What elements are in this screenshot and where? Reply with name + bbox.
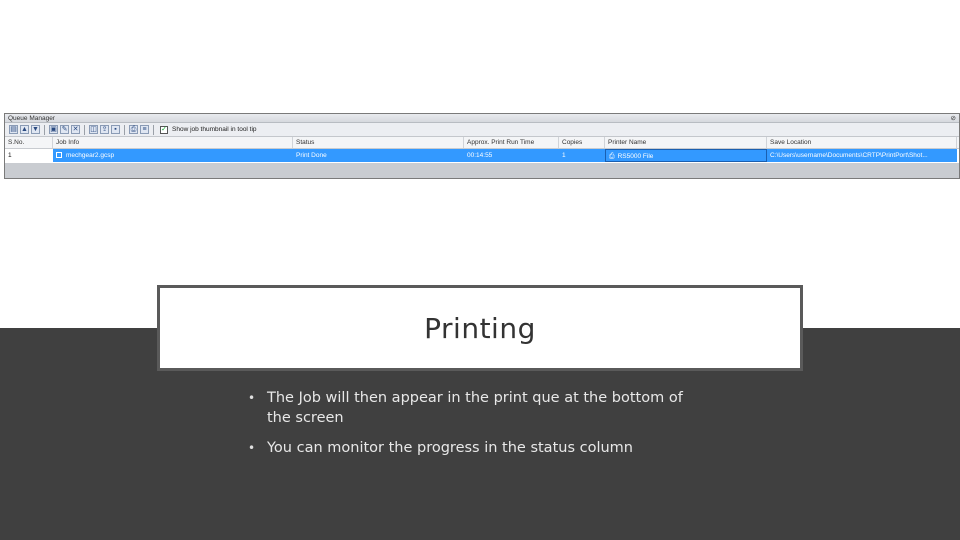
toolbar-separator bbox=[124, 124, 125, 135]
move-up-icon[interactable]: ▲ bbox=[20, 125, 29, 134]
show-thumbnail-label: Show job thumbnail in tool tip bbox=[172, 126, 257, 133]
column-header-copies[interactable]: Copies bbox=[559, 137, 605, 148]
column-header-status[interactable]: Status bbox=[293, 137, 464, 148]
print-job-icon[interactable]: ▤ bbox=[9, 125, 18, 134]
bullet-item: • You can monitor the progress in the sta… bbox=[248, 438, 708, 458]
queue-manager-title: Queue Manager bbox=[8, 115, 55, 122]
bullet-text: The Job will then appear in the print qu… bbox=[267, 390, 683, 426]
list-icon[interactable]: ≡ bbox=[140, 125, 149, 134]
edit-icon[interactable]: ✎ bbox=[60, 125, 69, 134]
bullet-text: You can monitor the progress in the stat… bbox=[267, 440, 633, 456]
column-header-run-time[interactable]: Approx. Print Run Time bbox=[464, 137, 559, 148]
export-icon[interactable]: ⇪ bbox=[100, 125, 109, 134]
row-printer-name[interactable]: ⎙ RS5000 File bbox=[605, 149, 767, 162]
delete-icon[interactable]: ✕ bbox=[71, 125, 80, 134]
pin-icon[interactable]: ⊘ bbox=[951, 114, 956, 123]
preview-icon[interactable]: ◫ bbox=[89, 125, 98, 134]
show-thumbnail-checkbox[interactable]: ✓ bbox=[160, 125, 168, 134]
row-copies: 1 bbox=[559, 149, 605, 162]
disk-icon[interactable]: ▪ bbox=[111, 125, 120, 134]
slide-bullet-list: • The Job will then appear in the print q… bbox=[248, 388, 708, 468]
queue-empty-area bbox=[5, 163, 959, 178]
move-down-icon[interactable]: ▼ bbox=[31, 125, 40, 134]
bullet-item: • The Job will then appear in the print q… bbox=[248, 388, 708, 428]
queue-manager-toolbar: ▤ ▲ ▼ ▣ ✎ ✕ ◫ ⇪ ▪ ⎙ ≡ ✓ Show job thumbna… bbox=[5, 123, 959, 137]
row-job-name: mechgear2.gcsp bbox=[66, 152, 115, 159]
save-icon[interactable]: ▣ bbox=[49, 125, 58, 134]
table-row[interactable]: 1 mechgear2.gcsp Print Done 00:14:55 1 ⎙… bbox=[5, 149, 959, 162]
column-header-save-location[interactable]: Save Location bbox=[767, 137, 957, 148]
row-save-location: C:\Users\username\Documents\CRTP\PrintPo… bbox=[767, 149, 957, 162]
printer-icon[interactable]: ⎙ bbox=[129, 125, 138, 134]
row-job-info: mechgear2.gcsp bbox=[53, 149, 293, 162]
row-sno: 1 bbox=[5, 149, 53, 162]
column-header-sno[interactable]: S.No. bbox=[5, 137, 53, 148]
queue-table-header: S.No. Job Info Status Approx. Print Run … bbox=[5, 137, 959, 149]
printer-icon: ⎙ bbox=[609, 153, 615, 160]
toolbar-separator bbox=[153, 124, 154, 135]
column-header-job-info[interactable]: Job Info bbox=[53, 137, 293, 148]
slide-title-box: Printing bbox=[157, 285, 803, 371]
bullet-icon: • bbox=[248, 441, 256, 455]
column-header-printer-name[interactable]: Printer Name bbox=[605, 137, 767, 148]
queue-manager-titlebar: Queue Manager ⊘ bbox=[5, 114, 959, 123]
toolbar-separator bbox=[84, 124, 85, 135]
row-printer-label: RS5000 File bbox=[617, 153, 654, 160]
bullet-icon: • bbox=[248, 391, 256, 405]
slide-title: Printing bbox=[424, 311, 536, 345]
job-icon bbox=[56, 152, 62, 159]
toolbar-separator bbox=[44, 124, 45, 135]
row-run-time: 00:14:55 bbox=[464, 149, 559, 162]
row-status: Print Done bbox=[293, 149, 464, 162]
queue-manager-window: Queue Manager ⊘ ▤ ▲ ▼ ▣ ✎ ✕ ◫ ⇪ ▪ ⎙ ≡ ✓ … bbox=[4, 113, 960, 179]
